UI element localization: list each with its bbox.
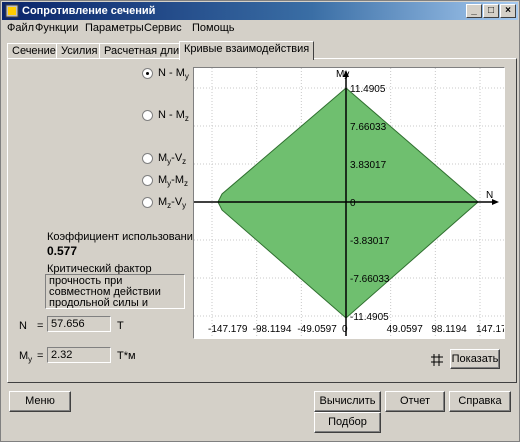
y-tick-label: 7.66033: [350, 122, 387, 133]
close-button[interactable]: ×: [500, 4, 516, 18]
n-eq: =: [37, 320, 44, 332]
x-tick-label: 147.17: [476, 324, 504, 335]
title-bar: Сопротивление сечений _ □ ×: [2, 2, 518, 20]
y-axis-label: My: [336, 69, 349, 80]
radio-indicator: [142, 175, 153, 186]
menu-parameters[interactable]: Параметры: [85, 22, 144, 34]
m-unit: T*м: [117, 350, 136, 362]
grid-icon[interactable]: [430, 353, 444, 367]
y-tick-label: 11.4905: [350, 84, 386, 95]
radio-label: My-Mz: [158, 174, 188, 189]
menu-bar: Файл Функции Параметры Сервис Помощь: [3, 21, 517, 37]
x-tick-label: -147.179: [208, 324, 248, 335]
m-label: My: [19, 350, 33, 365]
menu-help[interactable]: Помощь: [192, 22, 235, 34]
radio-indicator: [142, 153, 153, 164]
coef-value: 0.577: [47, 244, 78, 258]
m-value-field: 2.32: [47, 347, 111, 363]
n-unit: T: [117, 320, 124, 332]
tab-section[interactable]: Сечение: [7, 43, 61, 59]
radio-label: My-Vz: [158, 152, 187, 167]
tab-interaction-curves[interactable]: Кривые взаимодействия: [179, 41, 315, 60]
help-button[interactable]: Справка: [449, 391, 511, 412]
radio-indicator: [142, 110, 153, 121]
menu-button[interactable]: Меню: [9, 391, 71, 412]
compute-button[interactable]: Вычислить: [314, 391, 381, 412]
interaction-chart: My N 11.4905 7.66033 3.83017 0 -3.83017 -7.6603…: [194, 68, 507, 338]
x-tick-label: -98.1194: [253, 324, 292, 335]
x-tick-label: 98.1194: [431, 324, 467, 335]
radio-indicator: [142, 197, 153, 208]
show-button[interactable]: Показать: [450, 349, 500, 369]
y-tick-label: -11.4905: [350, 312, 389, 323]
n-label: N: [19, 320, 27, 332]
tab-strip: Сечение Усилия Расчетная длина Кривые вз…: [7, 41, 517, 60]
radio-indicator: [142, 68, 153, 79]
coef-label: Коэффициент использования: [47, 231, 199, 243]
x-tick-label: -49.0597: [297, 324, 337, 335]
y-tick-label: 3.83017: [350, 160, 387, 171]
y-tick-label: -3.83017: [350, 236, 390, 247]
radio-label: Mz-Vy: [158, 196, 187, 211]
maximize-button[interactable]: □: [483, 4, 499, 18]
window-title: Сопротивление сечений: [22, 5, 156, 17]
report-button[interactable]: Отчет: [385, 391, 445, 412]
x-axis-label: N: [486, 190, 493, 201]
radio-label: N - Mz: [158, 109, 189, 124]
select-button[interactable]: Подбор: [314, 412, 381, 433]
tab-forces[interactable]: Усилия: [56, 43, 103, 59]
x-tick-label: 49.0597: [387, 324, 424, 335]
minimize-button[interactable]: _: [466, 4, 482, 18]
x-tick-label: 0: [342, 324, 348, 335]
menu-functions[interactable]: Функции: [35, 22, 78, 34]
menu-file[interactable]: Файл: [7, 22, 34, 34]
menu-service[interactable]: Сервис: [144, 22, 182, 34]
y-tick-label: 0: [350, 198, 356, 209]
radio-label: N - My: [158, 67, 189, 82]
interaction-plot: My N 11.4905 7.66033 3.83017 0 -3.83017 -7.6603…: [193, 67, 507, 339]
y-tick-label: -7.66033: [350, 274, 390, 285]
critical-text: прочность при совместном действии продол…: [45, 274, 185, 309]
main-window: Сопротивление сечений _ □ × Файл Функции…: [0, 0, 520, 442]
app-icon: [5, 4, 19, 18]
m-eq: =: [37, 350, 44, 362]
n-value-field: 57.656: [47, 316, 111, 332]
